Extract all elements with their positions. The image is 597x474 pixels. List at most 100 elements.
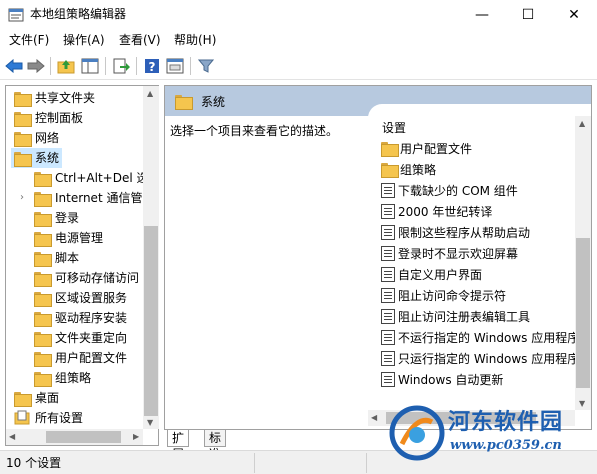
scroll-left-icon[interactable]: ◀ (9, 432, 15, 441)
scroll-left-icon[interactable]: ◀ (371, 413, 377, 422)
up-button[interactable] (56, 56, 76, 76)
export-list-button[interactable] (111, 56, 131, 76)
scroll-up-icon[interactable]: ▲ (579, 119, 585, 128)
setting-icon (381, 204, 395, 219)
tree-item-power[interactable]: 电源管理 (34, 228, 103, 248)
scroll-up-icon[interactable]: ▲ (147, 89, 153, 98)
description-area: 选择一个项目来查看它的描述。 (165, 116, 368, 429)
list-item[interactable]: 自定义用户界面 (381, 265, 482, 284)
list-item[interactable]: 限制这些程序从帮助启动 (381, 223, 530, 242)
list-item[interactable]: 阻止访问命令提示符 (381, 286, 506, 305)
tree-item-ctrl-alt-del[interactable]: Ctrl+Alt+Del 选 (34, 168, 148, 188)
list-item[interactable]: 用户配置文件 (381, 139, 472, 158)
tree-horizontal-scrollbar[interactable]: ◀ ▶ (6, 429, 143, 445)
show-hide-tree-icon (81, 58, 99, 74)
toolbar-separator (136, 57, 137, 75)
folder-icon (34, 371, 52, 387)
tab-standard[interactable]: 标准 (204, 430, 227, 461)
scroll-thumb[interactable] (46, 431, 121, 443)
tree-item-group-policy[interactable]: 组策略 (34, 368, 91, 388)
toolbar: ? (0, 52, 597, 80)
minimize-icon: — (475, 7, 489, 23)
tree-item-user-profiles[interactable]: 用户配置文件 (34, 348, 127, 368)
list-item[interactable]: 登录时不显示欢迎屏幕 (381, 244, 518, 263)
filter-button[interactable] (196, 56, 216, 76)
tree-item-all-settings[interactable]: 所有设置 (14, 408, 83, 428)
folder-icon (14, 391, 32, 407)
close-button[interactable]: ✕ (551, 0, 597, 30)
folder-icon (14, 131, 32, 147)
tree-item-logon[interactable]: 登录 (34, 208, 79, 228)
folder-icon (34, 251, 52, 267)
tree-item-shared-folders[interactable]: 共享文件夹 (14, 88, 95, 108)
back-button[interactable] (4, 56, 24, 76)
show-hide-tree-button[interactable] (80, 56, 100, 76)
setting-icon (381, 372, 395, 387)
window-title: 本地组策略编辑器 (30, 7, 127, 21)
menu-bar: 文件(F) 操作(A) 查看(V) 帮助(H) (0, 30, 597, 51)
tree-item-locale-services[interactable]: 区域设置服务 (34, 288, 127, 308)
folder-icon (34, 311, 52, 327)
folder-icon (381, 163, 399, 178)
folder-icon (34, 191, 52, 207)
view-button[interactable] (165, 56, 185, 76)
tree-item-desktop[interactable]: 桌面 (14, 388, 59, 408)
list-item[interactable]: 下载缺少的 COM 组件 (381, 181, 518, 200)
expand-arrow-icon[interactable]: › (20, 192, 24, 203)
svg-text:?: ? (149, 60, 156, 74)
folder-icon (34, 211, 52, 227)
setting-icon (381, 288, 395, 303)
maximize-button[interactable]: ☐ (505, 0, 551, 30)
list-vertical-scrollbar[interactable]: ▲ ▼ (575, 116, 591, 410)
tree-item-scripts[interactable]: 脚本 (34, 248, 79, 268)
back-icon (5, 59, 23, 73)
setting-icon (381, 330, 395, 345)
open-folder-icon (14, 151, 32, 167)
scroll-thumb[interactable] (144, 226, 158, 416)
scroll-thumb[interactable] (576, 238, 590, 388)
forward-button[interactable] (26, 56, 46, 76)
list-item[interactable]: 不运行指定的 Windows 应用程序 (381, 328, 575, 347)
minimize-button[interactable]: — (459, 0, 505, 30)
tree-item-internet-comm[interactable]: Internet 通信管 (34, 188, 142, 208)
help-button[interactable]: ? (142, 56, 162, 76)
status-divider (254, 453, 255, 473)
setting-icon (381, 225, 395, 240)
watermark: 河东软件园 www.pc0359.cn (388, 402, 593, 472)
tree-item-driver-install[interactable]: 驱动程序安装 (34, 308, 127, 328)
list-item[interactable]: 阻止访问注册表编辑工具 (381, 307, 530, 326)
tree-item-system[interactable]: 系统 (11, 148, 63, 168)
list-item[interactable]: 2000 年世纪转译 (381, 202, 492, 221)
menu-file[interactable]: 文件(F) (9, 33, 49, 48)
toolbar-separator (50, 57, 51, 75)
status-text: 10 个设置 (6, 456, 62, 470)
tree-item-folder-redirection[interactable]: 文件夹重定向 (34, 328, 127, 348)
menu-action[interactable]: 操作(A) (63, 33, 105, 48)
tab-extended[interactable]: 扩展 (167, 430, 190, 461)
menu-view[interactable]: 查看(V) (119, 33, 161, 48)
tree-vertical-scrollbar[interactable]: ▲ ▼ (143, 86, 159, 429)
setting-icon (381, 267, 395, 282)
maximize-icon: ☐ (521, 7, 535, 23)
list-item[interactable]: 只运行指定的 Windows 应用程序 (381, 349, 575, 368)
details-header-title: 系统 (201, 94, 226, 109)
folder-icon (34, 271, 52, 287)
tree-item-removable-storage[interactable]: 可移动存储访问 (34, 268, 139, 288)
forward-icon (27, 59, 45, 73)
list-item[interactable]: 组策略 (381, 160, 436, 179)
tree-item-network[interactable]: 网络 (14, 128, 59, 148)
scroll-down-icon[interactable]: ▼ (147, 418, 153, 427)
column-header-setting[interactable]: 设置 (382, 119, 406, 136)
filter-icon (198, 59, 214, 73)
setting-icon (381, 309, 395, 324)
menu-help[interactable]: 帮助(H) (174, 33, 216, 48)
scroll-right-icon[interactable]: ▶ (133, 432, 139, 441)
list-item[interactable]: Windows 自动更新 (381, 370, 503, 389)
open-folder-icon (175, 94, 193, 110)
up-folder-icon (57, 60, 75, 74)
folder-icon (34, 231, 52, 247)
setting-icon (381, 246, 395, 261)
watermark-logo-icon (389, 405, 445, 461)
tree-item-control-panel[interactable]: 控制面板 (14, 108, 83, 128)
all-settings-icon (14, 410, 30, 426)
